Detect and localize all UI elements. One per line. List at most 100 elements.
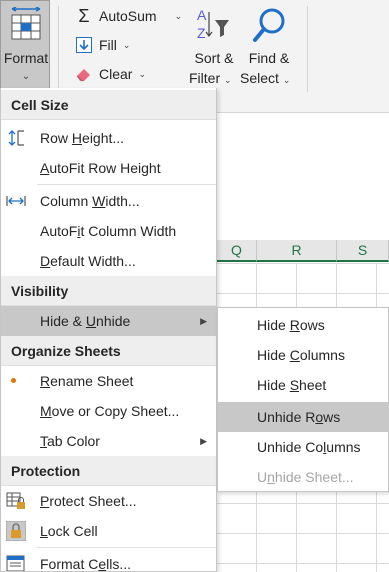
format-cells-icon (11, 7, 41, 40)
label-part: AutoF (40, 223, 78, 239)
chevron-down-icon: ⌄ (138, 68, 147, 79)
label-part: Unhide Co (257, 439, 324, 455)
menu-item-autofit-row-height[interactable]: AutoFit Row Height (1, 153, 216, 183)
label-part: U (85, 313, 97, 329)
sort-filter-button[interactable]: A Z Sort & Filter ⌄ (189, 4, 239, 90)
submenu-item-unhide-columns[interactable]: Unhide Columns (218, 432, 389, 462)
chevron-down-icon: ⌄ (122, 39, 131, 50)
submenu-item-hide-columns[interactable]: Hide Columns (218, 340, 389, 370)
fill-label: Fill (99, 37, 117, 53)
column-header-r[interactable]: R (257, 240, 337, 262)
eraser-icon (75, 65, 93, 83)
submenu-arrow-icon: ▶ (200, 316, 207, 326)
menu-item-column-width[interactable]: Column Width... (1, 186, 216, 216)
row-height-icon (8, 130, 24, 146)
menu-item-format-cells[interactable]: Format Cells... (1, 549, 216, 572)
label-part: S (289, 377, 300, 393)
section-cell-size: Cell Size (1, 90, 216, 120)
label-part: t Column Width (80, 223, 177, 239)
label-part: rotect Sheet... (49, 493, 137, 509)
menu-separator (37, 547, 216, 548)
label-part: eight... (82, 130, 125, 146)
ribbon-divider (307, 6, 308, 92)
menu-item-rename-sheet[interactable]: Rename Sheet (1, 366, 216, 396)
fill-down-icon (75, 36, 93, 54)
submenu-item-unhide-rows[interactable]: Unhide Rows (218, 402, 389, 432)
label-part: ab Color (47, 433, 100, 449)
label-part: ename Sheet (50, 373, 134, 389)
chevron-down-icon: ⌄ (21, 71, 31, 82)
format-button[interactable]: Format ⌄ (0, 0, 50, 94)
sort-filter-label-1: Sort & (194, 50, 234, 66)
label-part: H (71, 130, 83, 146)
submenu-item-hide-sheet[interactable]: Hide Sheet (218, 370, 389, 400)
label-part: Column (40, 193, 93, 209)
label-part: lls... (106, 556, 132, 572)
bullet-icon (11, 378, 16, 383)
label-part: olumns (299, 347, 345, 363)
column-header-q[interactable]: Q (217, 240, 257, 262)
label-part: ows (299, 317, 325, 333)
find-select-label-1: Find & (248, 50, 290, 66)
magnifier-icon (253, 8, 285, 42)
clear-label: Clear (99, 66, 133, 82)
label-part: D (40, 253, 51, 269)
label-part: W (92, 193, 106, 209)
label-part: Hide & (40, 313, 86, 329)
section-protection: Protection (1, 456, 216, 486)
chevron-down-icon: ⌄ (224, 75, 232, 85)
svg-text:A: A (197, 7, 207, 23)
label-part: umns (326, 439, 361, 455)
chevron-down-icon: ⌄ (282, 75, 291, 85)
svg-text:Z: Z (197, 25, 206, 41)
menu-item-row-height[interactable]: Row Height... (1, 123, 216, 153)
autosum-label: AutoSum (99, 8, 157, 24)
fill-button[interactable]: Fill ⌄ (75, 34, 130, 56)
menu-item-autofit-column-width[interactable]: AutoFit Column Width (1, 216, 216, 246)
label-part: heet (299, 377, 327, 393)
menu-item-move-copy-sheet[interactable]: Move or Copy Sheet... (1, 396, 216, 426)
hide-unhide-submenu: Hide Rows Hide Columns Hide Sheet Unhide… (217, 307, 389, 492)
menu-item-default-width[interactable]: Default Width... (1, 246, 216, 276)
column-width-icon (6, 196, 26, 206)
submenu-item-hide-rows[interactable]: Hide Rows (218, 310, 389, 340)
menu-separator (37, 184, 216, 185)
label-part: hide Sheet... (274, 469, 354, 485)
chevron-down-icon: ⌄ (174, 10, 183, 21)
label-part: ws (323, 409, 341, 425)
column-header-s[interactable]: S (337, 240, 389, 262)
autosum-button[interactable]: Σ AutoSum ⌄ (75, 5, 182, 27)
label-part: L (40, 523, 48, 539)
label-part: M (40, 403, 52, 419)
label-part: n (267, 469, 275, 485)
ribbon-divider (58, 6, 59, 92)
label-part: U (257, 469, 268, 485)
sort-filter-label-2: Filter (189, 70, 221, 86)
menu-item-tab-color[interactable]: Tab Color ▶ (1, 426, 216, 456)
label-part: e (98, 556, 107, 572)
label-part: efault Width... (50, 253, 136, 269)
find-select-label-2: Select (240, 70, 279, 86)
label-part: idth... (105, 193, 140, 209)
format-label: Format (3, 50, 49, 66)
find-select-button[interactable]: Find & Select ⌄ (240, 4, 298, 90)
menu-item-hide-unhide[interactable]: Hide & Unhide ▶ (1, 306, 216, 336)
lock-icon (6, 521, 26, 541)
menu-item-lock-cell[interactable]: Lock Cell (1, 516, 216, 546)
label-part: ove or Copy Sheet... (51, 403, 180, 419)
format-cells-icon (6, 555, 25, 571)
section-visibility: Visibility (1, 276, 216, 306)
submenu-arrow-icon: ▶ (200, 436, 207, 446)
label-part: Hide (257, 317, 290, 333)
label-part: T (40, 433, 47, 449)
label-part: utoFit Row Height (49, 160, 161, 176)
label-part: nhide (96, 313, 131, 329)
label-part: A (40, 160, 50, 176)
label-part: Hide (257, 347, 290, 363)
protect-sheet-icon (6, 492, 25, 509)
label-part: C (289, 347, 300, 363)
menu-item-protect-sheet[interactable]: Protect Sheet... (1, 486, 216, 516)
clear-button[interactable]: Clear ⌄ (75, 63, 146, 85)
sheet-blank-area (217, 113, 389, 240)
label-part: Unhide R (257, 409, 316, 425)
